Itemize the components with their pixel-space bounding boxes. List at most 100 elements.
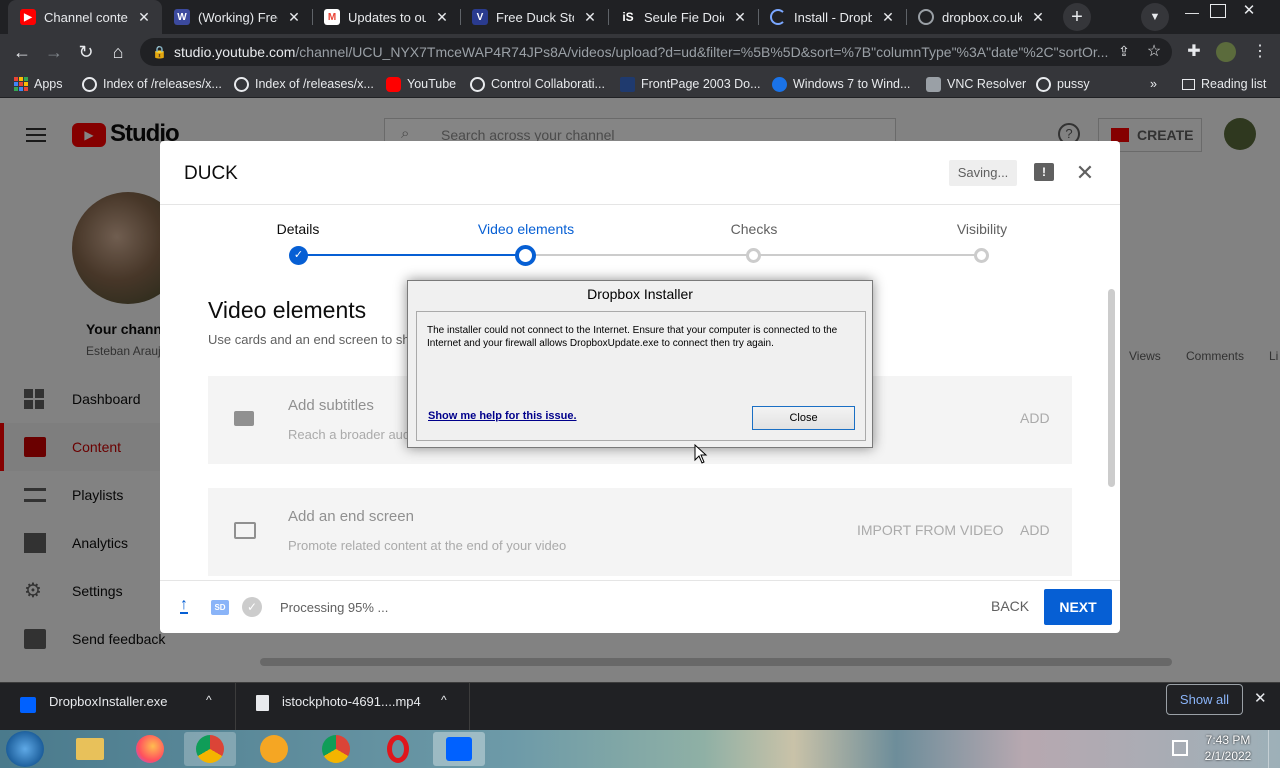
chevron-up-icon[interactable]: ^ <box>441 693 447 707</box>
taskbar-chrome[interactable] <box>184 732 236 766</box>
step-checks[interactable]: Checks <box>674 221 834 237</box>
tab-updates[interactable]: M Updates to our ✕ <box>312 0 460 34</box>
brave-icon <box>260 735 288 763</box>
checks-done-icon: ✓ <box>242 597 262 617</box>
next-button[interactable]: NEXT <box>1044 589 1112 625</box>
taskbar-brave-2[interactable] <box>310 732 362 766</box>
tab-working-free[interactable]: W (Working) Free ✕ <box>162 0 312 34</box>
saving-status-badge: Saving... <box>949 160 1017 186</box>
bookmark-vnc-resolver[interactable]: VNC Resolver <box>926 74 1026 94</box>
new-tab-button[interactable]: + <box>1063 3 1091 31</box>
tab-search-icon[interactable]: ▼ <box>1141 3 1169 31</box>
import-from-video-button[interactable]: IMPORT FROM VIDEO <box>857 522 1004 538</box>
loading-icon <box>770 9 786 25</box>
mouse-cursor-icon <box>694 443 708 464</box>
close-tab-icon[interactable]: ✕ <box>732 9 748 26</box>
bookmark-frontpage[interactable]: FrontPage 2003 Do... <box>620 74 761 94</box>
close-tab-icon[interactable]: ✕ <box>1030 9 1046 26</box>
section-title: Video elements <box>208 297 367 323</box>
add-subtitles-button[interactable]: ADD <box>1020 410 1050 426</box>
globe-icon <box>1036 76 1051 92</box>
extensions-icon[interactable]: ✚ <box>1182 40 1206 64</box>
bookmarks-overflow[interactable]: » <box>1150 74 1157 94</box>
menu-kebab-icon[interactable]: ⋮ <box>1248 40 1272 64</box>
home-icon[interactable]: ⌂ <box>106 40 130 64</box>
clock-date[interactable]: 2/1/2022 <box>1200 749 1256 763</box>
chrome-icon <box>196 735 224 763</box>
start-button[interactable] <box>6 731 44 767</box>
back-button[interactable]: BACK <box>991 598 1029 614</box>
tab-install-dropbox[interactable]: Install - Dropbo ✕ <box>758 0 906 34</box>
minimize-icon[interactable]: — <box>1182 4 1202 20</box>
feedback-alert-icon[interactable]: ! <box>1034 163 1054 181</box>
dialog-body: The installer could not connect to the I… <box>416 311 866 441</box>
bookmark-apps[interactable]: Apps <box>14 74 63 94</box>
close-tab-icon[interactable]: ✕ <box>880 9 896 26</box>
back-arrow-icon[interactable]: ← <box>10 40 34 64</box>
taskbar-firefox[interactable] <box>124 732 176 766</box>
profile-avatar[interactable] <box>1216 42 1236 62</box>
dropbox-icon <box>446 737 472 761</box>
is-icon: iS <box>620 9 636 25</box>
download-item[interactable]: istockphoto-4691....mp4 ^ <box>236 683 470 730</box>
reload-icon[interactable]: ↻ <box>74 40 98 64</box>
clock-time[interactable]: 7:43 PM <box>1200 733 1256 747</box>
bookmark-youtube[interactable]: YouTube <box>386 74 456 94</box>
tab-free-duck-stock[interactable]: V Free Duck Stock ✕ <box>460 0 608 34</box>
bookmark-releases-2[interactable]: Index of /releases/x... <box>234 74 374 94</box>
globe-icon <box>234 76 249 92</box>
file-explorer-icon <box>76 738 104 760</box>
bookmark-star-icon[interactable]: ☆ <box>1142 40 1166 64</box>
network-icon[interactable] <box>1172 740 1188 756</box>
step-visibility[interactable]: Visibility <box>902 221 1062 237</box>
close-modal-icon[interactable]: ✕ <box>1074 160 1096 185</box>
dialog-title: Dropbox Installer <box>587 286 693 302</box>
help-link[interactable]: Show me help for this issue. <box>428 410 577 422</box>
modal-scrollbar[interactable] <box>1108 289 1115 487</box>
bookmark-windows7[interactable]: Windows 7 to Wind... <box>772 74 910 94</box>
modal-header: DUCK Saving... ! ✕ <box>160 141 1120 205</box>
step-pending-dot <box>974 248 989 263</box>
taskbar-file-explorer[interactable] <box>64 732 116 766</box>
taskbar-opera[interactable] <box>372 732 424 766</box>
vnc-icon <box>926 76 941 92</box>
tab-channel-content[interactable]: ▶ Channel content ✕ <box>8 0 162 34</box>
tab-seule-fie[interactable]: iS Seule Fie Doies ✕ <box>608 0 758 34</box>
tab-dropbox-co-uk[interactable]: dropbox.co.uk ✕ <box>906 0 1056 34</box>
apps-grid-icon <box>14 77 28 91</box>
add-end-screen-button[interactable]: ADD <box>1020 522 1050 538</box>
step-video-elements[interactable]: Video elements <box>446 221 606 237</box>
step-pending-dot <box>746 248 761 263</box>
address-bar[interactable]: 🔒 studio.youtube.com/channel/UCU_NYX7Tmc… <box>140 38 1172 66</box>
forward-arrow-icon[interactable]: → <box>42 40 66 64</box>
close-tab-icon[interactable]: ✕ <box>136 9 152 26</box>
dialog-message: The installer could not connect to the I… <box>427 325 838 349</box>
reading-list[interactable]: Reading list <box>1182 74 1266 94</box>
section-description: Use cards and an end screen to show view… <box>208 332 408 347</box>
step-details[interactable]: Details <box>218 221 378 237</box>
download-item[interactable]: DropboxInstaller.exe ^ <box>0 683 236 730</box>
chevron-up-icon[interactable]: ^ <box>206 693 212 707</box>
restore-icon[interactable] <box>1210 4 1226 18</box>
end-screen-icon <box>234 522 256 539</box>
window-close-icon[interactable]: ✕ <box>1238 1 1260 21</box>
dropbox-icon <box>20 697 36 713</box>
bookmarks-bar: Apps Index of /releases/x... Index of /r… <box>0 70 1280 98</box>
taskbar-brave[interactable] <box>248 732 300 766</box>
end-screen-card: Add an end screen Promote related conten… <box>208 488 1072 576</box>
dialog-close-button[interactable]: Close <box>752 406 855 430</box>
share-icon[interactable]: ⇪ <box>1112 39 1136 63</box>
show-desktop-button[interactable] <box>1268 730 1280 768</box>
close-downloads-icon[interactable]: ✕ <box>1254 689 1267 707</box>
close-tab-icon[interactable]: ✕ <box>582 9 598 26</box>
bookmark-pussy[interactable]: pussy <box>1036 74 1090 94</box>
windows-icon <box>772 76 787 92</box>
bookmark-control-collab[interactable]: Control Collaborati... <box>470 74 605 94</box>
close-tab-icon[interactable]: ✕ <box>434 9 450 26</box>
close-tab-icon[interactable]: ✕ <box>286 9 302 26</box>
taskbar-dropbox[interactable] <box>433 732 485 766</box>
bookmark-releases-1[interactable]: Index of /releases/x... <box>82 74 222 94</box>
modal-footer: ↑ SD ✓ Processing 95% ... BACK NEXT <box>160 580 1120 633</box>
page-icon <box>620 76 635 92</box>
show-all-button[interactable]: Show all <box>1166 684 1243 715</box>
